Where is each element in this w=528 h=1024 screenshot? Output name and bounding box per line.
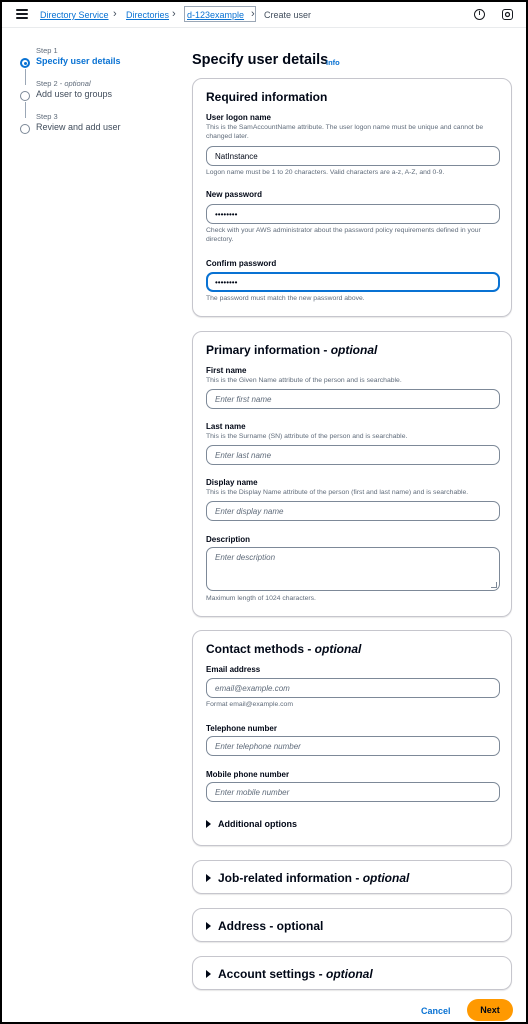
display-name-description: This is the Display Name attribute of th…: [206, 489, 469, 496]
page-title: Specify user details: [192, 52, 329, 68]
logon-name-input[interactable]: NatInstance: [206, 146, 500, 166]
logon-name-description: This is the SamAccountName attribute. Th…: [206, 124, 484, 140]
confirm-password-input[interactable]: ••••••••: [206, 272, 500, 292]
required-info-panel: Required information User logon name Thi…: [192, 78, 512, 317]
page-frame: Directory Service › Directories › d-123e…: [0, 0, 528, 1024]
caret-right-icon: [206, 819, 211, 828]
settings-icon[interactable]: [502, 9, 513, 20]
next-button[interactable]: Next: [467, 999, 513, 1021]
step-indicator-icon: [20, 58, 30, 68]
step-3[interactable]: Step 3 Review and add user: [20, 112, 180, 134]
chevron-right-icon: ›: [172, 8, 176, 20]
display-name-input[interactable]: Enter display name: [206, 501, 500, 521]
step-number: Step 3: [36, 112, 58, 121]
description-hint: Maximum length of 1024 characters.: [206, 595, 316, 602]
chevron-right-icon: ›: [113, 8, 117, 20]
settings-glyph: [504, 11, 511, 18]
breadcrumb-directory-id[interactable]: d-123example: [187, 10, 244, 20]
mobile-input[interactable]: Enter mobile number: [206, 782, 500, 802]
display-name-label: Display name: [206, 478, 258, 487]
step-number: Step 1: [36, 46, 58, 55]
new-password-hint: Check with your AWS administrator about …: [206, 227, 481, 243]
email-input[interactable]: email@example.com: [206, 678, 500, 698]
step-indicator-icon: [20, 124, 30, 134]
email-hint: Format email@example.com: [206, 701, 293, 708]
step-label: Review and add user: [36, 122, 121, 132]
first-name-label: First name: [206, 366, 247, 375]
caret-right-icon: [206, 969, 211, 978]
resize-handle-icon[interactable]: [491, 582, 497, 588]
caret-right-icon: [206, 921, 211, 930]
additional-options-toggle[interactable]: Additional options: [206, 819, 297, 829]
new-password-label: New password: [206, 190, 263, 199]
email-label: Email address: [206, 665, 261, 674]
breadcrumb-directories[interactable]: Directories: [126, 10, 169, 20]
step-2[interactable]: Step 2 - optional Add user to groups: [20, 79, 180, 118]
description-label: Description: [206, 535, 251, 544]
breadcrumb-directory-service[interactable]: Directory Service: [40, 10, 109, 20]
logon-name-hint: Logon name must be 1 to 20 characters. V…: [206, 169, 445, 176]
last-name-description: This is the Surname (SN) attribute of th…: [206, 433, 408, 440]
first-name-description: This is the Given Name attribute of the …: [206, 377, 402, 384]
mobile-label: Mobile phone number: [206, 770, 290, 779]
last-name-label: Last name: [206, 422, 246, 431]
step-number: Step 2 - optional: [36, 79, 91, 88]
confirm-password-label: Confirm password: [206, 259, 277, 268]
top-bar: Directory Service › Directories › d-123e…: [2, 2, 526, 28]
telephone-label: Telephone number: [206, 724, 277, 733]
logon-name-label: User logon name: [206, 113, 271, 122]
telephone-input[interactable]: Enter telephone number: [206, 736, 500, 756]
confirm-password-hint: The password must match the new password…: [206, 295, 365, 302]
job-info-toggle[interactable]: Job-related information - optional: [206, 871, 409, 885]
panel-title: Contact methods - optional: [206, 642, 362, 656]
info-link[interactable]: Info: [326, 58, 340, 67]
description-textarea[interactable]: Enter description: [206, 547, 500, 591]
step-1[interactable]: Step 1 Specify user details: [20, 46, 180, 85]
job-info-section[interactable]: Job-related information - optional: [192, 860, 512, 894]
account-settings-section[interactable]: Account settings - optional: [192, 956, 512, 990]
info-icon[interactable]: i: [474, 9, 485, 20]
panel-title: Required information: [206, 90, 328, 104]
cancel-button[interactable]: Cancel: [421, 1006, 451, 1016]
address-section[interactable]: Address - optional: [192, 908, 512, 942]
new-password-input[interactable]: ••••••••: [206, 204, 500, 224]
menu-icon[interactable]: [16, 9, 28, 19]
panel-title: Primary information - optional: [206, 343, 378, 357]
step-label[interactable]: Specify user details: [36, 56, 180, 66]
breadcrumb-current: Create user: [264, 10, 312, 20]
address-toggle[interactable]: Address - optional: [206, 919, 323, 933]
wizard-steps: Step 1 Specify user details Step 2 - opt…: [20, 46, 180, 145]
caret-right-icon: [206, 873, 211, 882]
last-name-input[interactable]: Enter last name: [206, 445, 500, 465]
contact-methods-panel: Contact methods - optional Email address…: [192, 630, 512, 846]
account-settings-toggle[interactable]: Account settings - optional: [206, 967, 373, 981]
step-indicator-icon: [20, 91, 30, 101]
chevron-right-icon: ›: [251, 8, 255, 20]
first-name-input[interactable]: Enter first name: [206, 389, 500, 409]
primary-info-panel: Primary information - optional First nam…: [192, 331, 512, 617]
step-label: Add user to groups: [36, 89, 113, 99]
